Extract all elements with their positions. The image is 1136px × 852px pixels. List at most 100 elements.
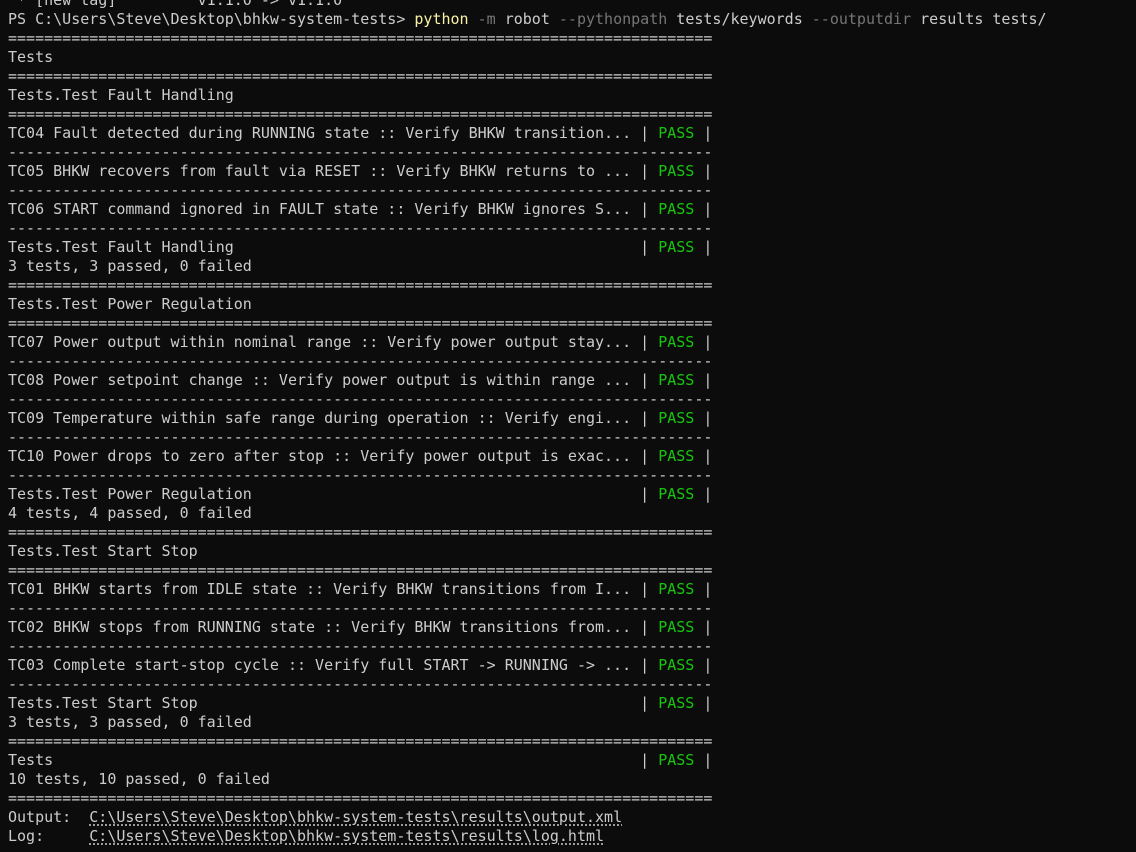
log-label: Log: — [8, 827, 90, 845]
root-suite-summary: Tests | PASS | — [8, 751, 1134, 770]
double-rule: ========================================… — [8, 732, 713, 750]
output-label: Output: — [8, 808, 90, 826]
pipe: | — [640, 447, 650, 465]
suite-header-power-regulation: Tests.Test Power Regulation — [8, 295, 252, 313]
suite-summary-power-regulation: Tests.Test Power Regulation | PASS | — [8, 485, 1134, 504]
test-row-tc05: TC05 BHKW recovers from fault via RESET … — [8, 162, 1134, 181]
suite-header-start-stop: Tests.Test Start Stop — [8, 542, 198, 560]
pipe: | — [640, 333, 650, 351]
pipe: | — [703, 371, 713, 389]
pipe: | — [703, 238, 713, 256]
single-rule: ----------------------------------------… — [8, 352, 713, 370]
pipe: | — [640, 162, 650, 180]
double-rule: ========================================… — [8, 561, 713, 579]
pipe: | — [703, 162, 713, 180]
suite-summary-name: Tests.Test Start Stop — [8, 694, 641, 712]
pipe: | — [703, 618, 713, 636]
pass-badge: PASS — [658, 751, 695, 769]
pass-badge: PASS — [658, 409, 695, 427]
command-name: python — [414, 10, 469, 28]
pipe: | — [640, 618, 650, 636]
single-rule: ----------------------------------------… — [8, 143, 713, 161]
root-suite-header: Tests — [8, 48, 54, 66]
pass-badge: PASS — [658, 485, 695, 503]
suite-summary-name: Tests — [8, 751, 641, 769]
pass-badge: PASS — [658, 333, 695, 351]
test-name: TC07 Power output within nominal range :… — [8, 333, 641, 351]
flag-outputdir: --outputdir — [811, 10, 912, 28]
suite-summary-name: Tests.Test Fault Handling — [8, 238, 641, 256]
single-rule: ----------------------------------------… — [8, 637, 713, 655]
pipe: | — [703, 580, 713, 598]
double-rule: ========================================… — [8, 789, 713, 807]
pipe: | — [640, 694, 650, 712]
single-rule: ----------------------------------------… — [8, 181, 713, 199]
suite-summary-fault-handling: Tests.Test Fault Handling | PASS | — [8, 238, 1134, 257]
log-html-link[interactable]: C:\Users\Steve\Desktop\bhkw-system-tests… — [89, 827, 604, 845]
test-name: TC01 BHKW starts from IDLE state :: Veri… — [8, 580, 641, 598]
pipe: | — [703, 333, 713, 351]
suite-summary-name: Tests.Test Power Regulation — [8, 485, 641, 503]
test-row-tc10: TC10 Power drops to zero after stop :: V… — [8, 447, 1134, 466]
root-suite-stats: 10 tests, 10 passed, 0 failed — [8, 770, 270, 788]
double-rule: ========================================… — [8, 523, 713, 541]
test-row-tc03: TC03 Complete start-stop cycle :: Verify… — [8, 656, 1134, 675]
pipe: | — [640, 485, 650, 503]
pipe: | — [640, 200, 650, 218]
test-name: TC09 Temperature within safe range durin… — [8, 409, 641, 427]
pipe: | — [640, 751, 650, 769]
double-rule: ========================================… — [8, 29, 713, 47]
pass-badge: PASS — [658, 447, 695, 465]
test-row-tc06: TC06 START command ignored in FAULT stat… — [8, 200, 1134, 219]
pass-badge: PASS — [658, 200, 695, 218]
pipe: | — [703, 485, 713, 503]
pipe: | — [640, 371, 650, 389]
pipe: | — [640, 580, 650, 598]
suite-stats-start-stop: 3 tests, 3 passed, 0 failed — [8, 713, 252, 731]
suite-stats-power-regulation: 4 tests, 4 passed, 0 failed — [8, 504, 252, 522]
single-rule: ----------------------------------------… — [8, 219, 713, 237]
output-xml-link[interactable]: C:\Users\Steve\Desktop\bhkw-system-tests… — [89, 808, 622, 826]
pass-badge: PASS — [658, 618, 695, 636]
single-rule: ----------------------------------------… — [8, 599, 713, 617]
pass-badge: PASS — [658, 238, 695, 256]
single-rule: ----------------------------------------… — [8, 675, 713, 693]
pipe: | — [703, 200, 713, 218]
single-rule: ----------------------------------------… — [8, 428, 713, 446]
log-file-line: Log: C:\Users\Steve\Desktop\bhkw-system-… — [8, 827, 1134, 846]
test-name: TC05 BHKW recovers from fault via RESET … — [8, 162, 641, 180]
pipe: | — [703, 751, 713, 769]
suite-header-fault-handling: Tests.Test Fault Handling — [8, 86, 234, 104]
pipe: | — [703, 656, 713, 674]
test-row-tc01: TC01 BHKW starts from IDLE state :: Veri… — [8, 580, 1134, 599]
pass-badge: PASS — [658, 694, 695, 712]
pass-badge: PASS — [658, 124, 695, 142]
pythonpath-value: tests/keywords — [676, 10, 803, 28]
flag-pythonpath: --pythonpath — [558, 10, 668, 28]
test-row-tc02: TC02 BHKW stops from RUNNING state :: Ve… — [8, 618, 1134, 637]
test-name: TC06 START command ignored in FAULT stat… — [8, 200, 641, 218]
outputdir-value: results tests/ — [920, 10, 1047, 28]
pipe: | — [640, 124, 650, 142]
pass-badge: PASS — [658, 371, 695, 389]
prompt-path: PS C:\Users\Steve\Desktop\bhkw-system-te… — [8, 10, 415, 28]
module-name: robot — [504, 10, 550, 28]
double-rule: ========================================… — [8, 67, 713, 85]
single-rule: ----------------------------------------… — [8, 466, 713, 484]
pass-badge: PASS — [658, 162, 695, 180]
pipe: | — [703, 124, 713, 142]
test-name: TC03 Complete start-stop cycle :: Verify… — [8, 656, 641, 674]
suite-summary-start-stop: Tests.Test Start Stop | PASS | — [8, 694, 1134, 713]
test-name: TC08 Power setpoint change :: Verify pow… — [8, 371, 641, 389]
test-name: TC04 Fault detected during RUNNING state… — [8, 124, 641, 142]
pipe: | — [640, 409, 650, 427]
terminal-window[interactable]: * [new tag] v1.1.0 -> v1.1.0 PS C:\Users… — [8, 0, 1134, 846]
command-prompt-line[interactable]: PS C:\Users\Steve\Desktop\bhkw-system-te… — [8, 10, 1134, 29]
pipe: | — [703, 409, 713, 427]
test-name: TC10 Power drops to zero after stop :: V… — [8, 447, 641, 465]
test-row-tc08: TC08 Power setpoint change :: Verify pow… — [8, 371, 1134, 390]
double-rule: ========================================… — [8, 276, 713, 294]
pipe: | — [703, 447, 713, 465]
single-rule: ----------------------------------------… — [8, 390, 713, 408]
pass-badge: PASS — [658, 656, 695, 674]
